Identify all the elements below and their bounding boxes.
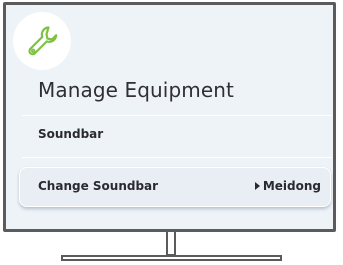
page-title: Manage Equipment [38,78,234,102]
wrench-icon [28,26,58,56]
menu-item-label: Change Soundbar [38,179,159,193]
divider [22,115,332,116]
section-label: Soundbar [38,127,104,141]
divider [22,157,332,158]
menu-item-value-text: Meidong [262,179,321,193]
menu-item-value: Meidong [254,179,321,193]
tv-illustration: Manage Equipment Soundbar Change Soundba… [0,0,343,265]
tv-stand-base [61,255,282,261]
change-soundbar-menu-item[interactable]: Change Soundbar Meidong [19,167,331,207]
arrow-right-icon [254,182,260,190]
tv-screen: Manage Equipment Soundbar Change Soundba… [3,2,336,232]
tv-stand-neck [166,232,176,256]
wrench-badge [13,12,71,70]
